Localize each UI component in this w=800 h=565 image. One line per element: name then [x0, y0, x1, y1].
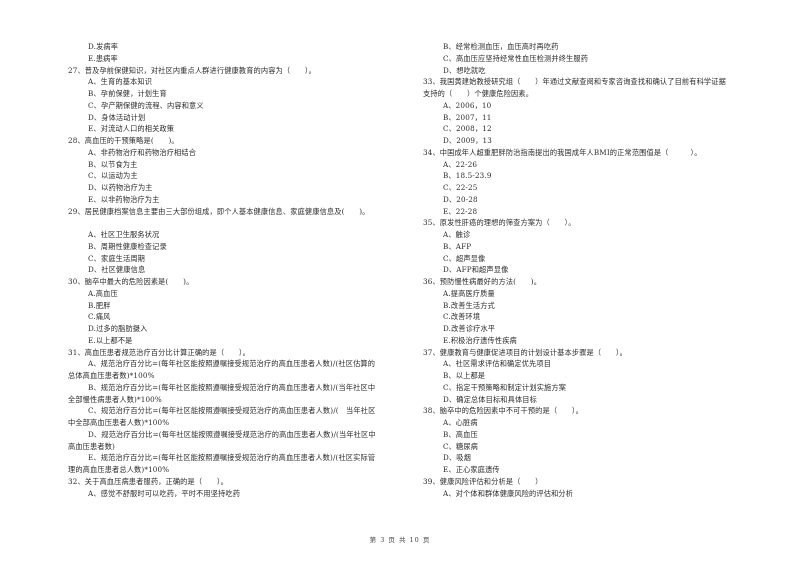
- answer-option: B、经常检测血压，血压高时再吃药: [443, 42, 559, 51]
- answer-option: B.改善生活方式: [443, 300, 495, 310]
- answer-option: E.以上都不是: [88, 335, 133, 345]
- question-stem: 30、脑卒中最大的危险因素是( )。: [68, 277, 194, 286]
- answer-option: D、身体活动计划: [88, 112, 146, 122]
- answer-option: A、触诊: [443, 230, 471, 239]
- question-stem: 39、健康风险评估和分析是（ ）: [423, 476, 543, 486]
- answer-option: E、22-28: [443, 206, 478, 216]
- left-column: D.发病率 E.患病率 27、普及孕前保健知识，对社区内重点人群进行健康教育的内容为…: [68, 41, 413, 499]
- answer-option: C、2008，12: [443, 124, 492, 134]
- answer-option: D、2009，13: [443, 136, 492, 145]
- answer-option: C、家庭生活周期: [88, 253, 146, 263]
- question-stem: 35、原发性肝癌的理想的筛查方案为（ ）。: [423, 218, 576, 228]
- answer-option: D、想吃就吃: [443, 65, 486, 75]
- question-stem: 37、健康教育与健康促进项目的计划设计基本步骤是（ ）。: [423, 347, 627, 357]
- answer-option: E.积极治疗遗传性疾病: [443, 335, 517, 345]
- answer-option: A、感觉不舒服时可以吃药，平时不用坚持吃药: [88, 488, 241, 498]
- answer-option: A、社区卫生服务状况: [88, 230, 160, 239]
- answer-option: E、对流动人口的相关政策: [88, 124, 175, 134]
- answer-option: C、22-25: [443, 183, 478, 192]
- text-continuation: 全部慢性病患者人数)*100%: [68, 394, 162, 404]
- answer-option: A、规范治疗百分比=(每年社区能按照遵嘱接受规范治疗的高血压患者人数)/(社区估…: [88, 359, 376, 369]
- question-stem: 29、居民健康档案信息主要由三大部份组成，即个人基本健康信息、家庭健康信息及( …: [68, 206, 370, 216]
- answer-option: B、以上都是: [443, 371, 486, 380]
- answer-option: E、以非药物治疗为主: [88, 194, 160, 204]
- answer-option: B、周期性健康检查记录: [88, 241, 167, 251]
- question-stem: 28、高血压的干预策略是( )。: [68, 136, 179, 145]
- answer-option: B、以节食为主: [88, 159, 138, 169]
- answer-option: D、社区健康信息: [88, 265, 146, 275]
- answer-option: B、规范治疗百分比=(每年社区能按照遵嘱接受规范治疗的高血压患者人数)/(当年社…: [88, 382, 376, 392]
- question-stem: 36、预防慢性病最好的方法( )。: [423, 277, 542, 286]
- answer-option: D、确定总体目标和具体目标: [443, 394, 537, 404]
- answer-option: A、非药物治疗和药物治疗相结合: [88, 147, 197, 157]
- answer-option: A、心脏病: [443, 418, 478, 427]
- answer-option: A、对个体和群体健康风险的评估和分析: [443, 488, 574, 498]
- answer-option: E、正心家庭遗传: [443, 465, 500, 474]
- answer-option: C.改善环境: [443, 312, 481, 322]
- answer-option: B、孕前保健，计划生育: [88, 89, 167, 98]
- answer-option: C.痛风: [88, 312, 111, 322]
- answer-option: B、高血压: [443, 429, 478, 439]
- answer-option: A.高血压: [88, 288, 118, 298]
- answer-option: C、高血压应坚持经常性血压检测并终生服药: [443, 53, 589, 63]
- answer-option: D、吸烟: [443, 453, 471, 463]
- answer-option: D.过多的脂肪摄入: [88, 324, 148, 333]
- page-footer: 第 3 页 共 10 页: [369, 536, 431, 544]
- answer-option: D、规范治疗百分比=(每年社区能按照遵嘱接受规范治疗的高血压患者人数)/(当年社…: [88, 429, 376, 439]
- answer-option: B、18.5-23.9: [443, 171, 492, 181]
- answer-option: D、AFP和超声显像: [443, 265, 509, 275]
- answer-option: B、AFP: [443, 241, 472, 251]
- answer-option: A、生育的基本知识: [88, 77, 153, 87]
- answer-option: A、社区需求评估和确定优先项目: [443, 359, 552, 369]
- question-stem: 27、普及孕前保健知识，对社区内重点人群进行健康教育的内容为（ ）。: [68, 65, 316, 75]
- answer-option: A、2006，10: [443, 100, 492, 110]
- answer-option: B.肥胖: [88, 300, 111, 310]
- answer-option: C、糖尿病: [443, 441, 478, 451]
- answer-option: C、孕产期保健的流程、内容和意义: [88, 100, 204, 110]
- question-stem: 31、高血压患者规范治疗百分比计算正确的是（ ）。: [68, 347, 250, 357]
- text-continuation: 中全部高血压患者人数)*100%: [68, 418, 170, 427]
- answer-option: A、22-26: [443, 159, 478, 169]
- text-continuation: 理的高血压患者总人数)*100%: [68, 465, 170, 474]
- answer-option: A.提高医疗质量: [443, 288, 495, 298]
- right-column: B、经常检测血压，血压高时再吃药 C、高血压应坚持经常性血压检测并终生服药 D、想吃…: [423, 41, 768, 499]
- answer-option: D.发病率: [88, 42, 119, 51]
- text-continuation: 总体高血压患者数)*100%: [68, 371, 155, 380]
- text-continuation: 高血压患者数): [68, 441, 115, 451]
- answer-option: D、20-28: [443, 194, 478, 204]
- answer-option: D、以药物治疗为主: [88, 183, 153, 192]
- question-stem: 38、脑卒中的危险因素中不可干预的是（ ）。: [423, 406, 583, 416]
- answer-option: C、超声显像: [443, 253, 486, 263]
- answer-option: C、规范治疗百分比=(每年社区能按照遵嘱接受规范治疗的高血压患者人数)/( 当年…: [88, 406, 376, 416]
- question-stem: 33、我国黄建始教授研究组（ ）年通过文献查阅和专家咨询查找和确认了目前有科学证…: [423, 77, 726, 87]
- answer-option: C、以运动为主: [88, 171, 138, 181]
- answer-option: C、指定干预策略和制定计划实施方案: [443, 382, 567, 392]
- answer-option: E、规范治疗百分比=(每年社区能按照遵嘱接受规范治疗的高血压患者人数)/(社区实…: [88, 453, 376, 463]
- answer-option: E.患病率: [88, 53, 118, 63]
- text-continuation: 支持的（ ）个健康危险因素。: [423, 89, 534, 98]
- answer-option: B、2007，11: [443, 112, 492, 122]
- question-stem: 34、中国成年人超重肥胖防治指南提出的我国成年人BMI的正常范围值是（ ）。: [423, 147, 702, 157]
- answer-option: D.改善诊疗水平: [443, 324, 496, 333]
- question-stem: 32、关于高血压病患者服药，正确的是（ ）。: [68, 476, 228, 486]
